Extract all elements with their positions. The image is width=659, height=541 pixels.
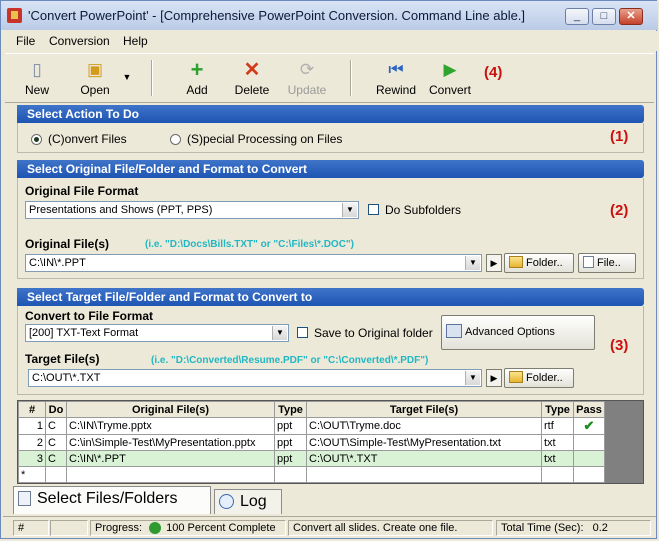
status-progress: Progress: 100 Percent Complete bbox=[90, 520, 286, 536]
log-clock-icon bbox=[219, 494, 234, 510]
original-files-label: Original File(s) bbox=[25, 237, 110, 251]
step-marker-2: (2) bbox=[610, 202, 629, 219]
app-icon bbox=[7, 8, 22, 23]
toolbar: ▯ New ▣ Open ▼ + Add ✕ Delete ⟳ Update ⏮… bbox=[5, 53, 654, 103]
status-empty bbox=[50, 520, 88, 536]
folder-icon bbox=[509, 371, 523, 384]
tab-log[interactable]: Log bbox=[214, 489, 282, 514]
step-marker-4: (4) bbox=[484, 64, 503, 81]
chevron-down-icon: ▼ bbox=[465, 371, 480, 385]
progress-icon bbox=[149, 522, 162, 535]
target-format-label: Convert to File Format bbox=[25, 309, 154, 323]
pass-check-icon: ✔ bbox=[573, 417, 605, 435]
convert-button[interactable]: ▶ Convert bbox=[427, 58, 473, 98]
toolbar-separator bbox=[151, 60, 153, 96]
status-bar: # Progress: 100 Percent Complete Convert… bbox=[3, 516, 656, 539]
col-header-target-type[interactable]: Type bbox=[541, 401, 574, 418]
file-table: # Do Original File(s) Type Target File(s… bbox=[18, 401, 605, 483]
menu-file[interactable]: File bbox=[16, 34, 35, 48]
step-marker-1: (1) bbox=[610, 128, 629, 145]
original-format-label: Original File Format bbox=[25, 184, 139, 198]
target-browse-arrow-button[interactable]: ▶ bbox=[486, 369, 502, 387]
do-subfolders-label[interactable]: Do Subfolders bbox=[385, 203, 461, 217]
menu-help[interactable]: Help bbox=[123, 34, 148, 48]
col-header-pass[interactable]: Pass bbox=[573, 401, 605, 418]
update-button[interactable]: ⟳ Update bbox=[285, 58, 329, 98]
col-header-target[interactable]: Target File(s) bbox=[306, 401, 542, 418]
delete-x-icon: ✕ bbox=[243, 59, 261, 81]
folder-icon bbox=[509, 256, 523, 269]
settings-window-icon bbox=[446, 324, 462, 339]
status-time: Total Time (Sec): 0.2 bbox=[496, 520, 651, 536]
original-files-input[interactable]: C:\IN\*.PPT ▼ bbox=[25, 254, 482, 272]
target-files-input[interactable]: C:\OUT\*.TXT ▼ bbox=[28, 369, 482, 387]
section-target-header: Select Target File/Folder and Format to … bbox=[17, 288, 644, 306]
file-grid: # Do Original File(s) Type Target File(s… bbox=[17, 400, 644, 484]
col-header-type[interactable]: Type bbox=[274, 401, 307, 418]
save-original-checkbox[interactable] bbox=[297, 327, 308, 338]
rewind-button[interactable]: ⏮ Rewind bbox=[373, 58, 419, 98]
menu-bar: File Conversion Help bbox=[1, 31, 658, 51]
table-row[interactable]: 1 C C:\IN\Tryme.pptx ppt C:\OUT\Tryme.do… bbox=[18, 417, 605, 435]
step-marker-3: (3) bbox=[610, 337, 629, 354]
save-original-label[interactable]: Save to Original folder bbox=[314, 326, 433, 340]
table-row[interactable]: 2 C C:\in\Simple-Test\MyPresentation.ppt… bbox=[18, 434, 605, 451]
col-header-do[interactable]: Do bbox=[45, 401, 67, 418]
files-folders-icon bbox=[18, 491, 31, 507]
maximize-button[interactable]: □ bbox=[592, 8, 616, 25]
special-processing-label[interactable]: (S)pecial Processing on Files bbox=[187, 132, 342, 146]
do-subfolders-checkbox[interactable] bbox=[368, 204, 379, 215]
section-source-panel: Original File Format Presentations and S… bbox=[17, 178, 644, 279]
convert-files-label[interactable]: (C)onvert Files bbox=[48, 132, 127, 146]
bottom-tabs: Select Files/Folders Log bbox=[13, 486, 653, 516]
menu-conversion[interactable]: Conversion bbox=[49, 34, 110, 48]
window-title: 'Convert PowerPoint' - [Comprehensive Po… bbox=[28, 8, 526, 23]
col-header-number[interactable]: # bbox=[18, 401, 46, 418]
browse-arrow-button[interactable]: ▶ bbox=[486, 254, 502, 272]
update-icon: ⟳ bbox=[299, 60, 315, 79]
new-button[interactable]: ▯ New bbox=[17, 58, 57, 98]
status-message: Convert all slides. Create one file. bbox=[288, 520, 493, 536]
delete-button[interactable]: ✕ Delete bbox=[232, 58, 272, 98]
chevron-down-icon: ▼ bbox=[342, 203, 357, 217]
original-files-hint: (i.e. "D:\Docs\Bills.TXT" or "C:\Files\*… bbox=[145, 239, 354, 250]
special-processing-radio[interactable] bbox=[170, 134, 181, 145]
status-hash: # bbox=[13, 520, 49, 536]
table-header-row: # Do Original File(s) Type Target File(s… bbox=[18, 401, 605, 418]
convert-files-radio[interactable] bbox=[31, 134, 42, 145]
app-window: 'Convert PowerPoint' - [Comprehensive Po… bbox=[0, 0, 658, 539]
section-action-header: Select Action To Do bbox=[17, 105, 644, 123]
tab-select-files[interactable]: Select Files/Folders bbox=[13, 486, 211, 514]
table-new-row[interactable]: * bbox=[18, 466, 605, 483]
advanced-options-button[interactable]: Advanced Options bbox=[441, 315, 595, 350]
target-folder-button[interactable]: Folder.. bbox=[504, 368, 574, 388]
chevron-down-icon: ▼ bbox=[272, 326, 287, 340]
target-files-hint: (i.e. "D:\Converted\Resume.PDF" or "C:\C… bbox=[151, 355, 429, 366]
original-format-select[interactable]: Presentations and Shows (PPT, PPS) ▼ bbox=[25, 201, 359, 219]
close-button[interactable]: ✕ bbox=[619, 8, 643, 25]
chevron-down-icon: ▼ bbox=[465, 256, 480, 270]
section-target-panel: Convert to File Format [200] TXT-Text Fo… bbox=[17, 306, 644, 395]
col-header-original[interactable]: Original File(s) bbox=[66, 401, 275, 418]
section-source-header: Select Original File/Folder and Format t… bbox=[17, 160, 644, 178]
rewind-icon: ⏮ bbox=[388, 60, 404, 79]
table-row-selected[interactable]: 3 C C:\IN\*.PPT ppt C:\OUT\*.TXT txt bbox=[18, 450, 605, 467]
minimize-button[interactable]: _ bbox=[565, 8, 589, 25]
title-bar: 'Convert PowerPoint' - [Comprehensive Po… bbox=[1, 1, 658, 30]
source-folder-button[interactable]: Folder.. bbox=[504, 253, 574, 273]
file-icon bbox=[583, 256, 594, 269]
add-button[interactable]: + Add bbox=[177, 58, 217, 98]
target-format-select[interactable]: [200] TXT-Text Format ▼ bbox=[25, 324, 289, 342]
open-icon: ▣ bbox=[86, 60, 104, 79]
play-icon: ▶ bbox=[443, 60, 457, 79]
plus-icon: + bbox=[190, 57, 204, 82]
toolbar-separator bbox=[350, 60, 352, 96]
target-files-label: Target File(s) bbox=[25, 352, 100, 366]
section-action-panel: (C)onvert Files (S)pecial Processing on … bbox=[17, 123, 644, 153]
new-file-icon: ▯ bbox=[32, 60, 42, 79]
open-button[interactable]: ▣ Open bbox=[75, 58, 115, 98]
source-file-button[interactable]: File.. bbox=[578, 253, 636, 273]
